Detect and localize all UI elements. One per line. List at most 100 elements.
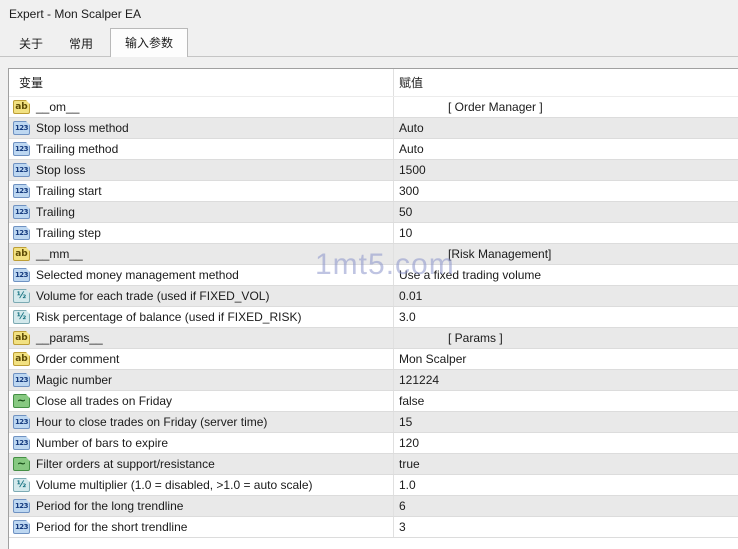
parameter-table: 变量 赋值 ab __om__ [ Order Manager ] 123 St… [8, 68, 738, 549]
boolean-type-icon: ~ [13, 394, 30, 408]
param-value[interactable]: [ Params ] [393, 328, 738, 348]
string-type-icon: ab [13, 100, 30, 114]
param-name-cell: 123 Number of bars to expire [9, 433, 393, 453]
table-row[interactable]: 123 Number of bars to expire 120 [9, 433, 738, 454]
param-value[interactable]: Mon Scalper [393, 349, 738, 369]
param-name: __params__ [36, 331, 103, 345]
param-name: Period for the short trendline [36, 520, 188, 534]
param-value[interactable]: 6 [393, 496, 738, 516]
table-row[interactable]: ab __om__ [ Order Manager ] [9, 97, 738, 118]
param-name-cell: ab __mm__ [9, 244, 393, 264]
tab-about[interactable]: 关于 [6, 31, 56, 56]
param-name-cell: 123 Period for the short trendline [9, 517, 393, 537]
double-type-icon: ½ [13, 289, 30, 303]
table-header-row: 变量 赋值 [9, 69, 738, 97]
param-value[interactable]: Auto [393, 139, 738, 159]
param-value[interactable]: 0.01 [393, 286, 738, 306]
param-value[interactable]: 121224 [393, 370, 738, 390]
param-name: Trailing step [36, 226, 101, 240]
param-name: Close all trades on Friday [36, 394, 173, 408]
param-name-cell: 123 Stop loss [9, 160, 393, 180]
param-value[interactable]: 3.0 [393, 307, 738, 327]
param-name: Volume multiplier (1.0 = disabled, >1.0 … [36, 478, 313, 492]
param-name: Selected money management method [36, 268, 239, 282]
param-name-cell: 123 Stop loss method [9, 118, 393, 138]
param-value[interactable]: 3 [393, 517, 738, 537]
table-row[interactable]: ½ Risk percentage of balance (used if FI… [9, 307, 738, 328]
param-value[interactable]: 15 [393, 412, 738, 432]
param-value[interactable]: 300 [393, 181, 738, 201]
param-value[interactable]: 120 [393, 433, 738, 453]
table-row[interactable]: ab __params__ [ Params ] [9, 328, 738, 349]
integer-type-icon: 123 [13, 520, 30, 534]
table-row[interactable]: 123 Stop loss method Auto [9, 118, 738, 139]
table-row[interactable]: ab __mm__ [Risk Management] [9, 244, 738, 265]
param-value[interactable]: 50 [393, 202, 738, 222]
boolean-type-icon: ~ [13, 457, 30, 471]
param-name-cell: 123 Magic number [9, 370, 393, 390]
param-value[interactable]: [ Order Manager ] [393, 97, 738, 117]
param-value[interactable]: false [393, 391, 738, 411]
param-value[interactable]: true [393, 454, 738, 474]
param-value[interactable]: 1.0 [393, 475, 738, 495]
param-value[interactable]: [Risk Management] [393, 244, 738, 264]
param-name-cell: 123 Trailing step [9, 223, 393, 243]
integer-type-icon: 123 [13, 373, 30, 387]
table-row[interactable]: 123 Hour to close trades on Friday (serv… [9, 412, 738, 433]
table-row[interactable]: ½ Volume for each trade (used if FIXED_V… [9, 286, 738, 307]
table-row[interactable]: 123 Trailing 50 [9, 202, 738, 223]
param-name: Trailing start [36, 184, 102, 198]
param-name: Trailing method [36, 142, 119, 156]
param-name-cell: 123 Period for the long trendline [9, 496, 393, 516]
tab-label: 关于 [19, 37, 44, 51]
param-value[interactable]: 10 [393, 223, 738, 243]
double-type-icon: ½ [13, 478, 30, 492]
param-name: __mm__ [36, 247, 83, 261]
param-table-body: ab __om__ [ Order Manager ] 123 Stop los… [9, 97, 738, 538]
integer-type-icon: 123 [13, 226, 30, 240]
integer-type-icon: 123 [13, 436, 30, 450]
param-name-cell: ab __params__ [9, 328, 393, 348]
tab-common[interactable]: 常用 [56, 31, 106, 56]
table-row[interactable]: 123 Period for the short trendline 3 [9, 517, 738, 538]
integer-type-icon: 123 [13, 121, 30, 135]
param-value[interactable]: Use a fixed trading volume [393, 265, 738, 285]
param-value[interactable]: 1500 [393, 160, 738, 180]
param-name: Risk percentage of balance (used if FIXE… [36, 310, 302, 324]
table-row[interactable]: 123 Trailing start 300 [9, 181, 738, 202]
param-name: Hour to close trades on Friday (server t… [36, 415, 268, 429]
column-header-variable: 变量 [19, 76, 44, 90]
integer-type-icon: 123 [13, 184, 30, 198]
integer-type-icon: 123 [13, 142, 30, 156]
string-type-icon: ab [13, 331, 30, 345]
table-row[interactable]: ½ Volume multiplier (1.0 = disabled, >1.… [9, 475, 738, 496]
table-row[interactable]: ab Order comment Mon Scalper [9, 349, 738, 370]
integer-type-icon: 123 [13, 268, 30, 282]
param-name: Stop loss method [36, 121, 129, 135]
table-row[interactable]: ~ Filter orders at support/resistance tr… [9, 454, 738, 475]
integer-type-icon: 123 [13, 205, 30, 219]
table-row[interactable]: 123 Trailing step 10 [9, 223, 738, 244]
integer-type-icon: 123 [13, 163, 30, 177]
param-name: Period for the long trendline [36, 499, 184, 513]
param-name: __om__ [36, 100, 80, 114]
tab-inputs[interactable]: 输入参数 [110, 28, 189, 57]
param-value[interactable]: Auto [393, 118, 738, 138]
string-type-icon: ab [13, 247, 30, 261]
param-name-cell: 123 Selected money management method [9, 265, 393, 285]
integer-type-icon: 123 [13, 415, 30, 429]
table-row[interactable]: ~ Close all trades on Friday false [9, 391, 738, 412]
tab-label: 输入参数 [125, 36, 174, 50]
param-name-cell: 123 Trailing [9, 202, 393, 222]
table-row[interactable]: 123 Stop loss 1500 [9, 160, 738, 181]
param-name-cell: ~ Close all trades on Friday [9, 391, 393, 411]
table-row[interactable]: 123 Selected money management method Use… [9, 265, 738, 286]
table-row[interactable]: 123 Period for the long trendline 6 [9, 496, 738, 517]
title-bar: Expert - Mon Scalper EA [0, 0, 738, 30]
window-title: Expert - Mon Scalper EA [9, 7, 142, 21]
table-row[interactable]: 123 Magic number 121224 [9, 370, 738, 391]
table-row[interactable]: 123 Trailing method Auto [9, 139, 738, 160]
integer-type-icon: 123 [13, 499, 30, 513]
param-name: Trailing [36, 205, 75, 219]
param-name-cell: 123 Hour to close trades on Friday (serv… [9, 412, 393, 432]
